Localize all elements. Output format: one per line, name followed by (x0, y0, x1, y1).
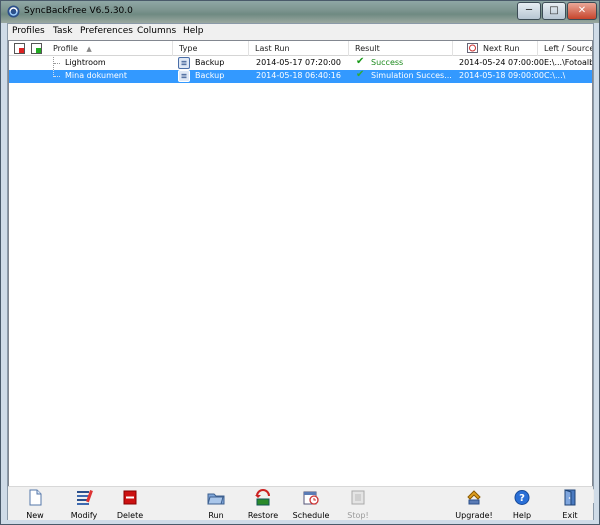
restore-button[interactable]: Restore (244, 487, 282, 521)
collapse-all-icon[interactable] (14, 43, 25, 54)
run-folder-icon (207, 493, 225, 505)
profile-type: Backup (195, 58, 225, 67)
modify-list-icon (77, 490, 93, 505)
run-label: Run (208, 511, 224, 520)
delete-button[interactable]: Delete (114, 487, 146, 521)
upgrade-icon (467, 490, 481, 505)
stop-icon (351, 490, 365, 505)
next-run-value: 2014-05-24 07:00:00 (459, 58, 544, 67)
column-header-left-source[interactable]: Left / Source (538, 41, 592, 56)
result-value: Simulation Succes... (371, 71, 451, 80)
exit-door-icon (564, 489, 576, 506)
column-label-profile: Profile (53, 44, 78, 53)
restore-icon (255, 489, 270, 506)
column-header-type[interactable]: Type (173, 41, 249, 56)
close-button[interactable]: ✕ (567, 2, 597, 20)
profile-list[interactable]: Profile ▲ Type Last Run Result Next Run … (8, 40, 594, 503)
modify-button[interactable]: Modify (66, 487, 102, 521)
column-label-next-run: Next Run (483, 44, 520, 53)
client-area: Profiles Task Preferences Columns Help P… (7, 23, 594, 520)
left-source-value: E:\...\Fotoalb (544, 58, 592, 67)
expand-all-icon[interactable] (31, 43, 42, 54)
menu-preferences[interactable]: Preferences (80, 26, 133, 36)
upgrade-button[interactable]: Upgrade! (454, 487, 494, 521)
schedule-icon (303, 491, 319, 505)
result-value: Success (371, 58, 404, 67)
profile-name: Mina dokument (65, 71, 127, 80)
list-header: Profile ▲ Type Last Run Result Next Run … (9, 41, 592, 56)
stop-button[interactable]: Stop! (343, 487, 373, 521)
column-header-last-run[interactable]: Last Run (249, 41, 349, 56)
app-logo-icon (7, 5, 20, 18)
left-source-value: C:\...\ (544, 71, 566, 80)
delete-label: Delete (116, 511, 144, 520)
exit-button[interactable]: Exit (557, 487, 583, 521)
menu-columns[interactable]: Columns (137, 26, 176, 36)
help-icon: ? (514, 490, 530, 505)
schedule-clock-icon (467, 43, 478, 53)
restore-label: Restore (247, 511, 279, 520)
new-document-icon (29, 489, 42, 506)
column-header-profile[interactable]: Profile ▲ (47, 41, 173, 56)
menu-help[interactable]: Help (183, 26, 204, 36)
minimize-button[interactable]: ─ (517, 2, 541, 20)
schedule-button[interactable]: Schedule (290, 487, 332, 521)
app-window: SyncBackFree V6.5.30.0 ─ □ ✕ Profiles Ta… (0, 0, 600, 525)
column-header-result[interactable]: Result (349, 41, 453, 56)
last-run-value: 2014-05-18 06:40:16 (256, 71, 341, 80)
success-check-icon: ✔ (356, 56, 365, 67)
delete-icon (123, 490, 137, 505)
title-bar[interactable]: SyncBackFree V6.5.30.0 ─ □ ✕ (1, 1, 599, 23)
maximize-button[interactable]: □ (542, 2, 566, 20)
menu-task[interactable]: Task (53, 26, 72, 36)
success-check-icon: ✔ (356, 69, 365, 80)
exit-label: Exit (562, 511, 578, 520)
backup-type-icon (178, 70, 190, 82)
new-label: New (26, 511, 44, 520)
column-header-next-run[interactable]: Next Run (453, 41, 538, 56)
bottom-toolbar: New Modify Delete Run Restore Schedule S… (8, 486, 593, 520)
upgrade-label: Upgrade! (455, 511, 493, 520)
backup-type-icon (178, 57, 190, 69)
next-run-value: 2014-05-18 09:00:00 (459, 71, 544, 80)
svg-text:?: ? (519, 493, 525, 504)
menu-profiles[interactable]: Profiles (12, 26, 45, 36)
menu-bar: Profiles Task Preferences Columns Help (8, 24, 593, 40)
profile-type: Backup (195, 71, 225, 80)
stop-label: Stop! (347, 511, 369, 520)
profile-row-selected[interactable]: Mina dokument Backup 2014-05-18 06:40:16… (9, 69, 592, 83)
help-button[interactable]: ? Help (508, 487, 536, 521)
modify-label: Modify (70, 511, 98, 520)
sort-ascending-icon: ▲ (86, 45, 92, 53)
profile-name: Lightroom (65, 58, 106, 67)
window-title: SyncBackFree V6.5.30.0 (24, 6, 133, 16)
new-button[interactable]: New (18, 487, 52, 521)
schedule-label: Schedule (292, 511, 330, 520)
help-label: Help (512, 511, 532, 520)
last-run-value: 2014-05-17 07:20:00 (256, 58, 341, 67)
profile-row[interactable]: Lightroom Backup 2014-05-17 07:20:00 ✔ S… (9, 56, 592, 70)
run-button[interactable]: Run (201, 487, 231, 521)
